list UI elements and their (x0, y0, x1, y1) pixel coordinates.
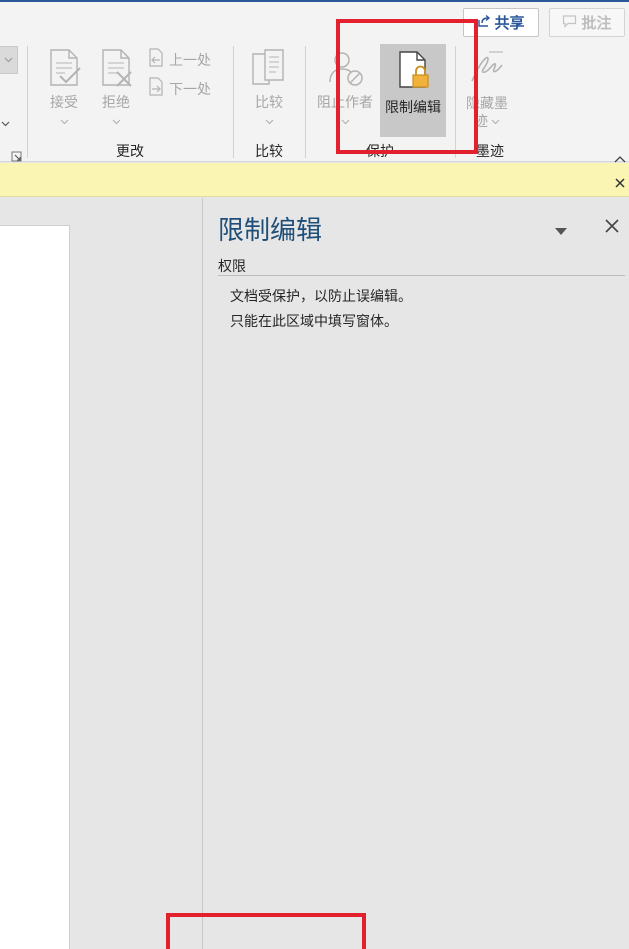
reject-button[interactable]: 拒绝 (97, 48, 135, 129)
chevron-down-icon (491, 119, 500, 125)
share-arrow-icon (477, 14, 491, 32)
partial-dropdown[interactable] (0, 46, 18, 74)
accept-document-icon (45, 48, 83, 92)
previous-change-label: 上一处 (169, 53, 211, 69)
pane-options-icon[interactable] (555, 220, 567, 239)
chevron-down-icon (4, 57, 13, 63)
compare-documents-icon (249, 48, 289, 92)
reject-label: 拒绝 (102, 95, 130, 111)
changes-group-label: 更改 (116, 144, 144, 160)
ribbon: 共享 批注 接受 拒绝 上一处 下一处 更改 比较 比较 阻止作者 限制编辑 保… (0, 2, 629, 163)
restrict-editing-pane: 限制编辑 权限 文档受保护，以防止误编辑。 只能在此区域中填写窗体。 (203, 198, 629, 949)
document-area (0, 198, 203, 949)
chevron-down-icon (112, 113, 121, 129)
protection-message: 只能在此区域中填写窗体。 (230, 314, 398, 330)
close-icon[interactable] (615, 173, 625, 192)
divider (218, 275, 625, 276)
highlight-box (336, 19, 478, 154)
word-window: 共享 批注 接受 拒绝 上一处 下一处 更改 比较 比较 阻止作者 限制编辑 保… (0, 0, 629, 949)
accept-button[interactable]: 接受 (45, 48, 83, 129)
previous-change-button[interactable]: 上一处 (147, 48, 211, 72)
compare-label: 比较 (255, 95, 283, 111)
group-separator (305, 46, 306, 158)
comment-bubble-icon (562, 14, 577, 32)
highlight-box (166, 913, 366, 949)
group-separator (233, 46, 234, 158)
permissions-heading: 权限 (218, 259, 246, 275)
compare-button[interactable]: 比较 (249, 48, 289, 129)
comments-button[interactable]: 批注 (549, 8, 625, 37)
close-icon[interactable] (605, 218, 619, 237)
protection-message: 文档受保护，以防止误编辑。 (230, 289, 412, 305)
next-change-icon (147, 77, 165, 101)
compare-group-label: 比较 (255, 144, 283, 160)
previous-change-icon (147, 48, 165, 72)
chevron-down-icon (60, 113, 69, 129)
next-change-button[interactable]: 下一处 (147, 77, 211, 101)
share-label: 共享 (494, 14, 525, 32)
chevron-down-icon[interactable] (1, 112, 10, 131)
chevron-down-icon (265, 113, 274, 129)
reject-document-icon (97, 48, 135, 92)
next-change-label: 下一处 (169, 82, 211, 98)
pane-title: 限制编辑 (218, 216, 323, 246)
document-page[interactable] (0, 225, 70, 949)
accept-label: 接受 (50, 95, 78, 111)
group-separator (27, 46, 28, 158)
message-bar (0, 163, 629, 197)
comments-label: 批注 (581, 14, 612, 32)
